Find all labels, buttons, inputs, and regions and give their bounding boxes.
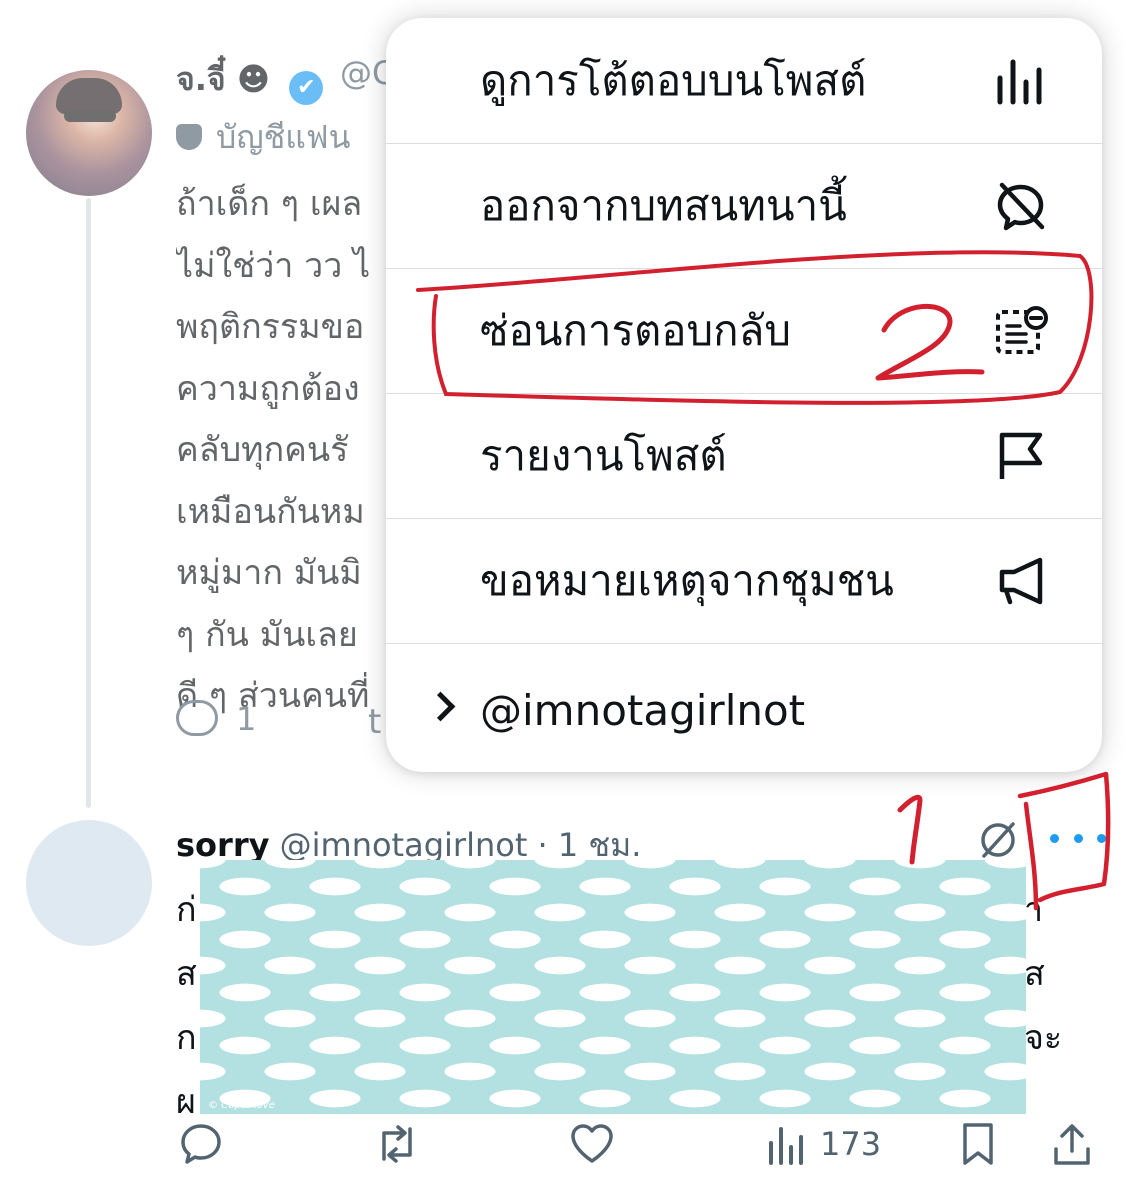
theater-mask-icon — [176, 124, 202, 150]
analytics-icon — [769, 1127, 803, 1165]
repost-icon — [382, 1125, 412, 1163]
reply-line: ส — [176, 954, 197, 994]
heart-icon — [571, 1124, 613, 1163]
menu-item-label: ซ่อนการตอบกลับ — [480, 306, 792, 355]
reply-avatar[interactable] — [26, 820, 152, 946]
bookmark-icon — [963, 1123, 993, 1165]
dot-icon — [1073, 833, 1083, 843]
dot-icon — [1050, 833, 1059, 843]
leave-conversation-icon — [997, 182, 1045, 231]
pattern-watermark: © Cuptakove — [208, 1100, 275, 1111]
post-options-menu: ดูการโต้ตอบบนโพสต์ ออกจากบทสนทนานี้ ซ่อน… — [386, 18, 1102, 772]
menu-divider — [386, 643, 1102, 644]
menu-item-hide-reply[interactable]: ซ่อนการตอบกลับ — [386, 268, 1102, 394]
menu-item-view-engagements[interactable]: ดูการโต้ตอบบนโพสต์ — [386, 18, 1102, 144]
hidden-reply-status-icon[interactable] — [976, 818, 1020, 862]
smile-emoji: ☻ — [236, 60, 271, 98]
main-tweet-reply-button[interactable]: 1 — [176, 700, 256, 738]
menu-item-label: รายงานโพสต์ — [480, 431, 727, 480]
reply-icon — [176, 700, 218, 736]
reply-button[interactable] — [178, 1118, 224, 1170]
menu-item-label: ดูการโต้ตอบบนโพสต์ — [480, 56, 867, 105]
megaphone-icon — [999, 557, 1043, 605]
menu-item-report-post[interactable]: รายงานโพสต์ — [386, 393, 1102, 519]
reply-text-left-edge: ก่ ส ก ผ — [176, 878, 202, 1134]
reply-line: ก่ — [176, 890, 197, 930]
avatar-glasses — [64, 110, 116, 122]
view-count: 173 — [820, 1125, 882, 1163]
display-name: จ.จี๋ — [176, 60, 226, 98]
menu-item-request-community-note[interactable]: ขอหมายเหตุจากชุมชน — [386, 518, 1102, 643]
like-button[interactable] — [568, 1118, 616, 1170]
censor-pattern-overlay — [200, 860, 1026, 1114]
hide-reply-icon — [996, 306, 1048, 354]
thread-line — [86, 198, 91, 808]
verified-badge-icon: ✔ — [289, 71, 324, 105]
reply-line: ส — [1024, 954, 1045, 994]
menu-item-label: ขอหมายเหตุจากชุมชน — [480, 556, 894, 605]
reply-line: า — [1024, 890, 1044, 930]
avatar-hair — [56, 78, 122, 114]
fan-account-label: บัญชีแฟน — [176, 112, 350, 163]
main-tweet-avatar[interactable] — [26, 70, 152, 196]
reply-count: 1 — [236, 700, 257, 738]
reply-display-name: sorry — [176, 826, 270, 864]
reply-handle-time: @imnotagirlnot · 1 ชม. — [279, 826, 642, 864]
flag-icon — [999, 432, 1043, 479]
reply-line: ก — [176, 1018, 197, 1058]
menu-item-account[interactable]: @imnotagirlnot — [386, 648, 1102, 772]
main-tweet-repost-icon[interactable]: t — [368, 702, 381, 742]
menu-item-label: ออกจากบทสนทนานี้ — [480, 181, 847, 230]
share-icon — [1054, 1124, 1090, 1165]
views-button[interactable]: 173 — [766, 1118, 881, 1170]
share-button[interactable] — [1050, 1118, 1094, 1170]
more-options-button[interactable] — [1050, 826, 1106, 850]
fan-account-text: บัญชีแฟน — [216, 118, 351, 156]
main-tweet-author[interactable]: จ.จี๋ ☻ ✔ — [176, 54, 324, 105]
menu-item-leave-conversation[interactable]: ออกจากบทสนทนานี้ — [386, 143, 1102, 269]
repost-button[interactable] — [372, 1118, 422, 1170]
reply-action-bar: 173 — [176, 1118, 1096, 1174]
bookmark-button[interactable] — [960, 1118, 996, 1170]
analytics-icon — [997, 59, 1042, 105]
reply-text-right-edge: า ส จะ — [1024, 878, 1064, 1070]
menu-account-label: @imnotagirlnot — [480, 686, 806, 735]
chevron-right-icon — [425, 691, 456, 722]
dot-icon — [1097, 833, 1106, 843]
reply-icon — [181, 1124, 221, 1164]
reply-line: จะ — [1024, 1018, 1063, 1058]
